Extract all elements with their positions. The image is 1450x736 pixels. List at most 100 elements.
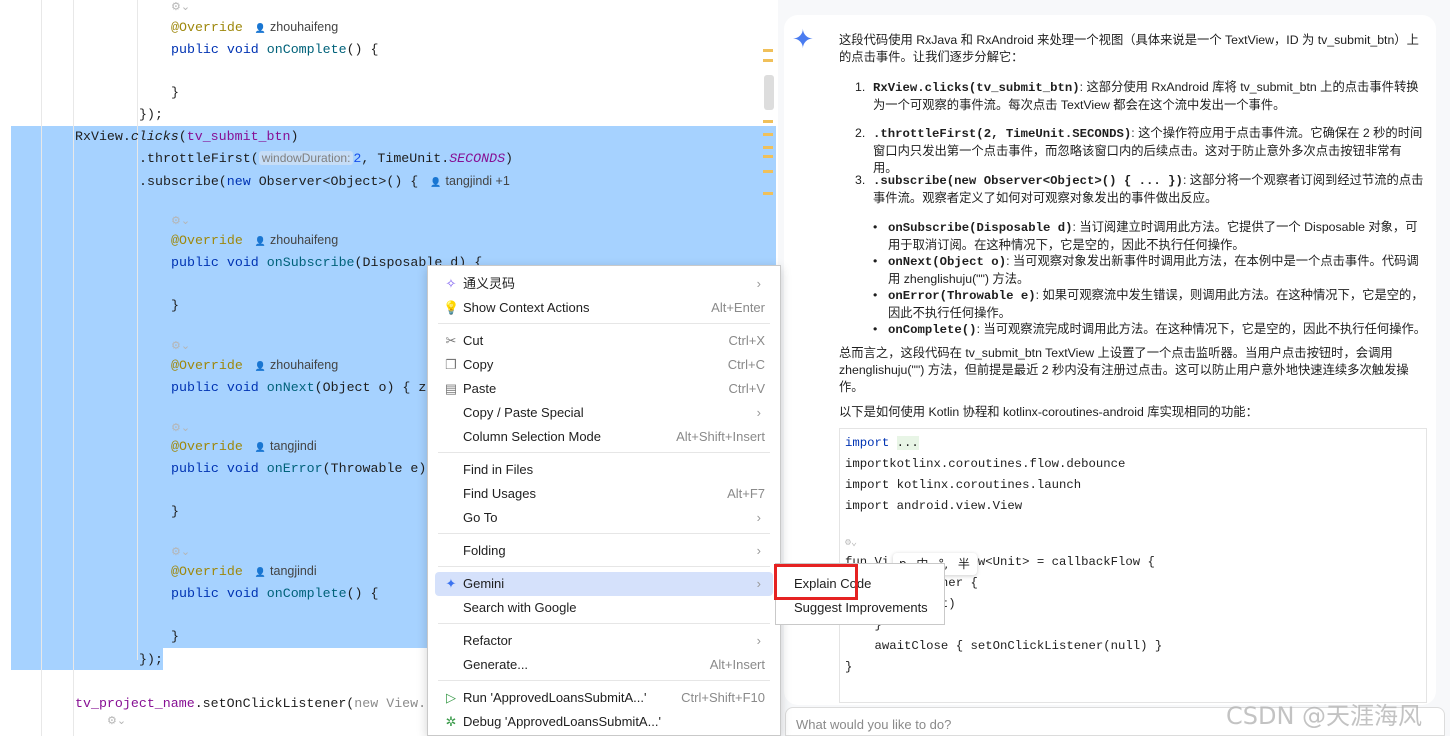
menu-shortcut: Alt+Enter (711, 300, 765, 315)
code-token: (Object o) { z (314, 380, 427, 395)
menu-item-label: Gemini (463, 576, 505, 591)
code-token: } (171, 504, 179, 519)
menu-item-refactor[interactable]: Refactor › (435, 629, 773, 653)
code-line: ⚙⌄ (171, 541, 190, 562)
menu-item-find-usages[interactable]: Find Usages Alt+F7 (435, 482, 773, 506)
kotlin-code-line: } (845, 660, 853, 674)
inline-code: onNext(Object o) (888, 255, 1007, 269)
menu-item-suggest-improvements[interactable]: Suggest Improvements (794, 597, 928, 619)
menu-item-column-selection-mode[interactable]: Column Selection Mode Alt+Shift+Insert (435, 425, 773, 449)
menu-item-debug-approvedloanssubmita[interactable]: ✲ Debug 'ApprovedLoansSubmitA...' (435, 710, 773, 734)
menu-item-show-context-actions[interactable]: 💡 Show Context Actions Alt+Enter (435, 296, 773, 320)
menu-item-tongyi[interactable]: ✧ 通义灵码 › (435, 272, 773, 296)
code-token: } (171, 298, 179, 313)
menu-item-run-approvedloanssubmita[interactable]: ▷ Run 'ApprovedLoansSubmitA...' Ctrl+Shift… (435, 686, 773, 710)
ai-gutter-icon: ⚙⌄ (171, 339, 191, 352)
menu-item-paste[interactable]: ▤ Paste Ctrl+V (435, 377, 773, 401)
menu-item-label: Go To (463, 510, 498, 525)
code-line: public void onComplete() { (171, 583, 378, 604)
menu-item-search-with-google[interactable]: Search with Google (435, 596, 773, 620)
code-token: onSubscribe (266, 255, 355, 270)
chevron-right-icon: › (756, 405, 761, 420)
menu-separator (438, 623, 770, 624)
code-token: new View. (354, 696, 427, 711)
code-token: onComplete (266, 42, 347, 57)
menu-separator (438, 452, 770, 453)
code-line: @Override tangjindi (171, 561, 317, 582)
code-token: }); (139, 107, 163, 122)
code-token: clicks (130, 129, 179, 144)
scrollbar-thumb[interactable] (764, 75, 774, 110)
code-token: @Override (171, 358, 243, 373)
scroll-marker (763, 155, 773, 158)
menu-item-copy-paste-special[interactable]: Copy / Paste Special › (435, 401, 773, 425)
menu-item-gemini[interactable]: ✦ Gemini › (435, 572, 773, 596)
menu-separator (438, 323, 770, 324)
code-token: @Override (171, 233, 243, 248)
watermark: CSDN @天涯海风 (1226, 702, 1423, 730)
menu-item-folding[interactable]: Folding › (435, 539, 773, 563)
code-line: @Override zhouhaifeng (171, 17, 338, 38)
menu-item-label: Refactor (463, 633, 513, 648)
paste-icon: ▤ (444, 381, 458, 396)
menu-item-cut[interactable]: ✂ Cut Ctrl+X (435, 329, 773, 353)
menu-item-generate[interactable]: Generate... Alt+Insert (435, 653, 773, 677)
scroll-marker (763, 170, 773, 173)
lightbulb-icon: 💡 (443, 300, 460, 315)
code-token: onError (266, 461, 323, 476)
summary-text: 总而言之，这段代码在 tv_submit_btn TextView 上设置了一个… (839, 346, 1409, 394)
menu-item-label: 通义灵码 (463, 276, 516, 291)
run-icon: ▷ (446, 690, 456, 705)
menu-shortcut: Alt+Shift+Insert (676, 429, 765, 444)
code-token: .subscribe( (139, 174, 227, 189)
menu-item-go-to[interactable]: Go To › (435, 506, 773, 530)
scroll-marker (763, 59, 773, 62)
ai-gutter-icon: ⚙⌄ (171, 0, 191, 13)
code-token: import (845, 436, 890, 450)
code-token: public void (171, 586, 267, 601)
chevron-right-icon: › (756, 510, 761, 525)
indent-guide (137, 0, 138, 660)
menu-item-label: Search with Google (463, 600, 577, 615)
scroll-marker (763, 133, 773, 136)
author-inlay: zhouhaifeng (255, 233, 338, 247)
code-token: .throttleFirst( (139, 151, 259, 166)
debug-icon: ✲ (445, 714, 457, 729)
code-line: } (171, 82, 179, 103)
menu-item-label: Run 'ApprovedLoansSubmitA...' (463, 690, 647, 705)
chevron-right-icon: › (756, 576, 761, 591)
menu-item-copy[interactable]: ❐ Copy Ctrl+C (435, 353, 773, 377)
code-line: } (171, 626, 179, 647)
gemini-icon: ✦ (445, 576, 457, 591)
inline-code: onError(Throwable e) (888, 289, 1036, 303)
kotlin-code-line: import android.view.View (845, 499, 1023, 513)
ai-gutter-icon: ⚙⌄ (107, 714, 127, 727)
parameter-hint: windowDuration: (258, 151, 354, 165)
menu-item-label: Copy (463, 357, 494, 372)
code-token: () { (346, 42, 379, 57)
scroll-marker (763, 192, 773, 195)
folded-imports[interactable]: ... (896, 436, 919, 450)
list-marker: • (873, 322, 878, 336)
kotlin-code-line: importkotlinx.coroutines.flow.debounce (845, 457, 1126, 471)
list-item-text: : 当可观察流完成时调用此方法。在这种情况下，它是空的，因此不执行任何操作。 (976, 322, 1427, 336)
menu-shortcut: Ctrl+C (727, 357, 765, 372)
menu-item-label: Find in Files (463, 462, 534, 477)
indent-guide (41, 0, 42, 736)
numbered-step: 1. RxView.clicks(tv_submit_btn): 这部分使用 Rx… (855, 79, 1425, 114)
menu-item-label: Column Selection Mode (463, 429, 602, 444)
code-token: ) (290, 129, 299, 144)
gemini-sparkle-icon: ✦ (792, 25, 814, 55)
code-token: onComplete (266, 586, 347, 601)
menu-item-find-in-files[interactable]: Find in Files (435, 458, 773, 482)
list-marker: • (873, 254, 878, 268)
ai-gutter-icon: ⚙⌄ (171, 214, 191, 227)
code-line: } (171, 501, 179, 522)
chevron-right-icon: › (756, 633, 761, 648)
code-token: @Override (171, 564, 243, 579)
list-marker: 1. (855, 80, 866, 94)
code-line: @Override tangjindi (171, 436, 317, 457)
code-line: public void onError(Throwable e) (171, 458, 426, 479)
code-line: ⚙⌄ (107, 710, 126, 731)
menu-item-label: Paste (463, 381, 497, 396)
